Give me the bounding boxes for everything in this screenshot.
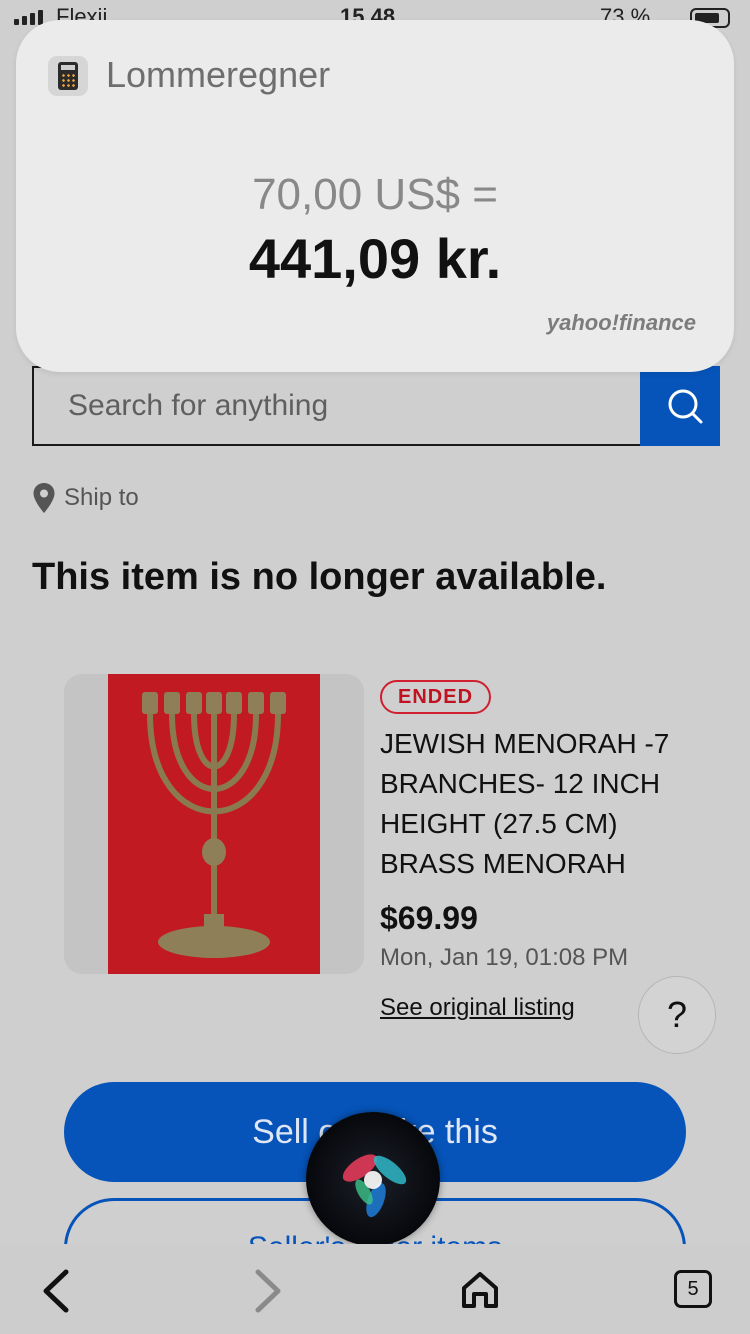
ship-to-link[interactable]: Ship to [32, 482, 139, 514]
listing-thumbnail[interactable] [64, 674, 364, 974]
page-title: This item is no longer available. [32, 556, 607, 598]
listing-end-date: Mon, Jan 19, 01:08 PM [380, 944, 629, 971]
listing-price: $69.99 [380, 900, 478, 936]
help-button[interactable]: ? [638, 976, 716, 1054]
conversion-query: 70,00 US$ = [252, 170, 498, 219]
signal-icon [14, 10, 43, 25]
back-icon[interactable] [40, 1268, 72, 1314]
siri-result-card[interactable]: Lommeregner 70,00 US$ = 441,09 kr. yahoo… [16, 20, 734, 372]
calculator-icon [48, 56, 88, 96]
siri-icon [342, 1154, 407, 1218]
search-input[interactable] [34, 368, 640, 444]
conversion-result: 441,09 kr. [248, 227, 502, 290]
menorah-illustration [142, 692, 286, 958]
browser-toolbar: 5 [0, 1244, 750, 1334]
search-button[interactable] [640, 366, 720, 446]
location-pin-icon [33, 483, 55, 513]
see-original-listing-link[interactable]: See original listing [380, 994, 575, 1022]
home-icon[interactable] [460, 1270, 500, 1310]
yahoo-finance-logo: yahoo!finance [546, 310, 696, 335]
notification-app-name: Lommeregner [106, 54, 331, 95]
ended-badge: ENDED [380, 680, 492, 714]
listing-title[interactable]: JEWISH MENORAH -7 BRANCHES- 12 INCH HEIG… [380, 724, 700, 884]
tabs-button[interactable]: 5 [674, 1270, 712, 1308]
search-icon [668, 389, 703, 424]
search-bar [32, 366, 720, 446]
siri-orb[interactable] [306, 1112, 440, 1246]
ship-to-label: Ship to [64, 484, 139, 511]
product-image [108, 674, 320, 974]
forward-icon[interactable] [252, 1268, 284, 1314]
